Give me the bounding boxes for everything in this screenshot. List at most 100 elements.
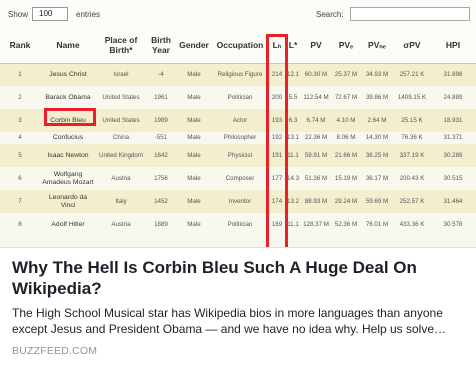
cell-pve: 15.19 M: [332, 167, 360, 190]
cell-place: United Kingdom: [96, 144, 146, 167]
cell-name: Barack Obama: [40, 86, 96, 109]
cell-year: 1989: [146, 109, 176, 132]
header-pve: PVₑ: [332, 27, 360, 64]
cell-place: Israel: [96, 63, 146, 86]
cell-pvne: 2.64 M: [360, 109, 394, 132]
divider: [0, 247, 476, 248]
cell-name: Confucius: [40, 132, 96, 144]
cell-pv: 22.36 M: [300, 132, 332, 144]
cell-lstar: 11.1: [286, 144, 300, 167]
cell-hpi: 31.464: [430, 190, 476, 213]
cell-lstar: 13.1: [286, 132, 300, 144]
cell-pvne: 14.30 M: [360, 132, 394, 144]
cell-pvne: 59.69 M: [360, 190, 394, 213]
table-row: 1 Jesus Christ Israel -4 Male Religious …: [0, 63, 476, 86]
header-occupation: Occupation: [212, 27, 268, 64]
cell-year: 1889: [146, 213, 176, 236]
header-birth-year: Birth Year: [146, 27, 176, 64]
cell-occupation: Philosopher: [212, 132, 268, 144]
cell-pvne: 76.01 M: [360, 213, 394, 236]
cell-occupation: Physicist: [212, 144, 268, 167]
cell-pv: 112.54 M: [300, 86, 332, 109]
cell-gender: Male: [176, 63, 212, 86]
cell-hpi: 31.371: [430, 132, 476, 144]
cell-gender: Male: [176, 167, 212, 190]
cell-pve: 52.36 M: [332, 213, 360, 236]
cell-hpi: 31.898: [430, 63, 476, 86]
cell-rank: 7: [0, 190, 40, 213]
cell-hpi: 18.931: [430, 109, 476, 132]
table-row: 5 Isaac Newton United Kingdom 1642 Male …: [0, 144, 476, 167]
cell-pve: 29.24 M: [332, 190, 360, 213]
cell-rank: 8: [0, 213, 40, 236]
cell-sigma-pv: 25.15 K: [394, 109, 430, 132]
cell-sigma-pv: 1409.15 K: [394, 86, 430, 109]
link-preview-card[interactable]: Show 100 entries Search: Rank Name Place…: [0, 0, 476, 365]
source-domain: BUZZFEED.COM: [12, 345, 98, 357]
cell-pve: 25.37 M: [332, 63, 360, 86]
cell-pvne: 34.93 M: [360, 63, 394, 86]
cell-pv: 128.37 M: [300, 213, 332, 236]
cell-occupation: Actor: [212, 109, 268, 132]
cell-name: Wolfgang Amadeus Mozart: [40, 167, 96, 190]
cell-pvne: 39.86 M: [360, 86, 394, 109]
cell-pv: 6.74 M: [300, 109, 332, 132]
entries-select: 100: [32, 7, 68, 21]
cell-rank: 1: [0, 63, 40, 86]
cell-rank: 5: [0, 144, 40, 167]
cell-gender: Male: [176, 109, 212, 132]
entries-label: entries: [76, 10, 101, 19]
cell-gender: Male: [176, 144, 212, 167]
cell-gender: Male: [176, 190, 212, 213]
cell-place: United States: [96, 109, 146, 132]
cell-rank: 3: [0, 109, 40, 132]
header-pv: PV: [300, 27, 332, 64]
header-sigma-pv: σPV: [394, 27, 430, 64]
cell-pv: 59.91 M: [300, 144, 332, 167]
cell-name: Leonardo da Vinci: [40, 190, 96, 213]
cell-year: 1642: [146, 144, 176, 167]
cell-year: 1961: [146, 86, 176, 109]
cell-place: United States: [96, 86, 146, 109]
cell-occupation: Composer: [212, 167, 268, 190]
cell-lstar: 6.3: [286, 109, 300, 132]
cell-place: China: [96, 132, 146, 144]
header-pvne: PVₙₑ: [360, 27, 394, 64]
cell-lstar: 13.2: [286, 190, 300, 213]
header-name: Name: [40, 27, 96, 64]
table-controls: Show 100 entries Search:: [0, 0, 476, 27]
cell-year: -551: [146, 132, 176, 144]
table-row: 4 Confucius China -551 Male Philosopher …: [0, 132, 476, 144]
cell-lstar: 14.3: [286, 167, 300, 190]
cell-gender: Male: [176, 213, 212, 236]
article-description: The High School Musical star has Wikiped…: [12, 306, 447, 336]
cell-occupation: Politician: [212, 213, 268, 236]
header-place-of-birth: Place of Birth*: [96, 27, 146, 64]
cell-year: 1756: [146, 167, 176, 190]
header-rank: Rank: [0, 27, 40, 64]
cell-place: Austria: [96, 213, 146, 236]
cell-pve: 4.10 M: [332, 109, 360, 132]
cell-name: Isaac Newton: [40, 144, 96, 167]
cell-place: Austria: [96, 167, 146, 190]
table-row: 7 Leonardo da Vinci Italy 1452 Male Inve…: [0, 190, 476, 213]
cell-year: -4: [146, 63, 176, 86]
cell-sigma-pv: 200.43 K: [394, 167, 430, 190]
cell-hpi: 30.289: [430, 144, 476, 167]
cell-name: Jesus Christ: [40, 63, 96, 86]
article-title[interactable]: Why The Hell Is Corbin Bleu Such A Huge …: [12, 257, 464, 299]
cell-occupation: Politician: [212, 86, 268, 109]
cell-pvne: 38.25 M: [360, 144, 394, 167]
cell-pve: 21.66 M: [332, 144, 360, 167]
table-row: 2 Barack Obama United States 1961 Male P…: [0, 86, 476, 109]
search-label: Search:: [316, 10, 344, 19]
cell-sigma-pv: 337.19 K: [394, 144, 430, 167]
cell-place: Italy: [96, 190, 146, 213]
ranking-table: Rank Name Place of Birth* Birth Year Gen…: [0, 27, 476, 236]
cell-pv: 60.30 M: [300, 63, 332, 86]
preview-image[interactable]: Show 100 entries Search: Rank Name Place…: [0, 0, 476, 247]
cell-sigma-pv: 257.21 K: [394, 63, 430, 86]
cell-pv: 51.36 M: [300, 167, 332, 190]
cell-occupation: Religious Figure: [212, 63, 268, 86]
cell-sigma-pv: 76.36 K: [394, 132, 430, 144]
